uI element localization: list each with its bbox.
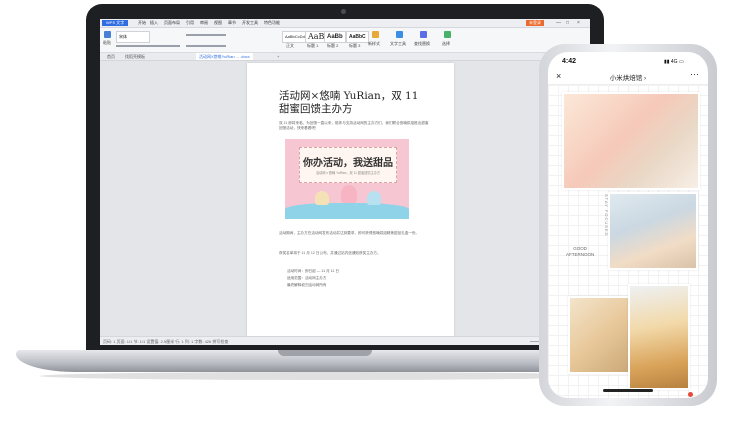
menu-item-reference[interactable]: 引用 [186, 20, 194, 26]
style-normal-label: 正文 [286, 43, 294, 48]
tab-templates[interactable]: 找稻壳模板 [122, 53, 148, 60]
find-replace-icon[interactable] [420, 31, 427, 38]
paste-label: 粘贴 [103, 40, 111, 45]
banner-card: 你办活动，我送甜品 活动网 x 悠喃 YuRian，双 11 甜蜜回馈主办方 [299, 147, 397, 183]
ribbon-toolbar: 粘贴 宋体 AaBbCcDd 正文 AaB 标题 1 AaBb 标题 2 AaB… [100, 28, 590, 53]
cupcake-image [341, 185, 357, 203]
title-bar: WPS 文字 开始 插入 页面布局 引用 审阅 视图 章节 开发工具 特色功能 … [100, 19, 590, 28]
menu-item-view[interactable]: 视图 [214, 20, 222, 26]
format-buttons[interactable] [116, 45, 180, 47]
cupcake-image [367, 191, 381, 205]
maximize-button[interactable]: □ [566, 20, 569, 26]
style-heading3-label: 标题 3 [349, 43, 361, 48]
menu-item-chapter[interactable]: 章节 [228, 20, 236, 26]
document-page[interactable]: 活动网×悠喃 YuRian，双 11 甜蜜回馈主办方 双 11 即将来临，为回馈… [247, 63, 454, 343]
photo-cookie-bags[interactable] [562, 92, 700, 190]
laptop-screen: WPS 文字 开始 插入 页面布局 引用 审阅 视图 章节 开发工具 特色功能 … [100, 19, 590, 345]
new-style-icon[interactable] [372, 31, 379, 38]
tab-current-document[interactable]: 活动网X悠唯YuRian ... .docx [196, 53, 253, 60]
new-tab-button[interactable]: + [274, 53, 282, 60]
tab-home[interactable]: 首页 [104, 53, 118, 60]
style-heading3[interactable]: AaBbC [346, 31, 369, 43]
good-afternoon-text: GOOD AFTERNOON [566, 246, 594, 258]
minimize-button[interactable]: — [556, 20, 561, 26]
body-paragraph-2: 获奖名单将于 11 月 12 日公布，并通过站内信通知获奖主办方。 [279, 251, 381, 255]
body-line-scope: 适用范围：活动网主办方 [287, 276, 327, 280]
login-button[interactable]: 未登录 [526, 20, 544, 26]
app-tab[interactable]: WPS 文字 [102, 20, 129, 26]
paste-icon[interactable] [104, 31, 111, 38]
phone-time: 4:42 [562, 58, 577, 65]
find-replace-label: 查找替换 [414, 41, 430, 46]
text-tools-icon[interactable] [396, 31, 403, 38]
red-dot [688, 392, 693, 397]
body-line-rights: 最终解释权归活动网所有 [287, 283, 327, 287]
status-text: 页码: 1 页面: 1/1 节: 1/1 设置值: 2.5厘米 行: 1 列: … [103, 339, 229, 344]
photo-pound-cake[interactable] [568, 296, 636, 374]
home-indicator[interactable] [603, 389, 653, 392]
laptop-shadow [40, 372, 610, 380]
afternoon-text: AFTERNOON [566, 252, 595, 257]
menu-item-dev[interactable]: 开发工具 [242, 20, 258, 26]
paragraph-buttons[interactable] [186, 34, 226, 36]
menu-item-features[interactable]: 特色功能 [264, 20, 280, 26]
phone-screen: 4:42 ▮▮ 4G ▭ × 小米烘焙馆 › ··· STAY FOCUSED … [548, 52, 708, 398]
promo-banner: 你办活动，我送甜品 活动网 x 悠喃 YuRian，双 11 甜蜜回馈主办方 [285, 139, 409, 219]
document-title: 活动网×悠喃 YuRian，双 11 甜蜜回馈主办方 [279, 90, 419, 115]
photo-butter-cookies[interactable] [628, 284, 690, 390]
document-tabs: 首页 找稻壳模板 活动网X悠唯YuRian ... .docx + [100, 53, 590, 61]
style-heading1-label: 标题 1 [307, 43, 319, 48]
menu-item-insert[interactable]: 插入 [150, 20, 158, 26]
status-bar: 页码: 1 页面: 1/1 节: 1/1 设置值: 2.5厘米 行: 1 列: … [100, 336, 590, 345]
cupcake-image [315, 191, 329, 205]
text-tools-label: 文字工具 [390, 41, 406, 46]
phone-page-title[interactable]: 小米烘焙馆 › [596, 72, 660, 82]
menu-item-start[interactable]: 开始 [138, 20, 146, 26]
more-icon[interactable]: ··· [690, 69, 699, 79]
close-button[interactable]: × [577, 20, 580, 26]
font-name-select[interactable]: 宋体 [116, 31, 150, 43]
banner-title: 你办活动，我送甜品 [303, 158, 393, 169]
new-style-label: 新样式 [368, 41, 380, 46]
style-normal[interactable]: AaBbCcDd [282, 31, 308, 43]
menu-item-layout[interactable]: 页面布局 [164, 20, 180, 26]
intro-paragraph: 双 11 即将来临，为回馈一直以来，陪伴与支持活动网的主办方们，我们联合悠喃烘焙… [279, 121, 429, 130]
select-label: 选择 [442, 41, 450, 46]
laptop-camera [341, 9, 346, 14]
body-paragraph-1: 活动期间，主办方在活动网发布活动并达到要求，即可获得悠喃烘焙精美甜品礼盒一份。 [279, 231, 420, 235]
menu-item-review[interactable]: 审阅 [200, 20, 208, 26]
body-line-time: 活动时间：即日起 — 11 月 11 日 [287, 269, 339, 273]
alignment-buttons[interactable] [186, 45, 226, 47]
photo-tea-cookies[interactable] [608, 192, 698, 270]
close-icon[interactable]: × [556, 71, 561, 81]
laptop-base-notch [278, 350, 372, 356]
phone-status-icons: ▮▮ 4G ▭ [664, 59, 684, 65]
style-heading2-label: 标题 2 [327, 43, 339, 48]
banner-subtitle: 活动网 x 悠喃 YuRian，双 11 甜蜜回馈主办方 [315, 171, 381, 175]
vertical-caption: STAY FOCUSED [604, 194, 609, 237]
select-icon[interactable] [444, 31, 451, 38]
workspace: 活动网×悠喃 YuRian，双 11 甜蜜回馈主办方 双 11 即将来临，为回馈… [100, 61, 590, 343]
style-heading2[interactable]: AaBb [324, 31, 346, 43]
banner-wave [285, 203, 409, 219]
